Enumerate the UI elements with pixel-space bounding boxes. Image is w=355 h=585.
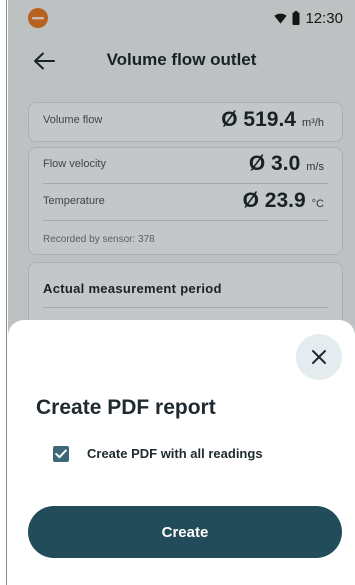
pdf-report-sheet: Create PDF report Create PDF with all re… xyxy=(8,320,355,585)
all-readings-checkbox[interactable] xyxy=(53,446,69,462)
checkmark-icon xyxy=(55,449,67,459)
checkbox-label[interactable]: Create PDF with all readings xyxy=(87,446,263,461)
left-edge xyxy=(0,0,8,585)
phone-screen: 12:30 Volume flow outlet Volume flow Ø 5… xyxy=(8,0,355,585)
sheet-title: Create PDF report xyxy=(36,396,216,419)
close-icon xyxy=(312,350,326,364)
close-button[interactable] xyxy=(296,334,342,380)
create-button[interactable]: Create xyxy=(28,506,342,558)
edge-line xyxy=(6,0,7,585)
